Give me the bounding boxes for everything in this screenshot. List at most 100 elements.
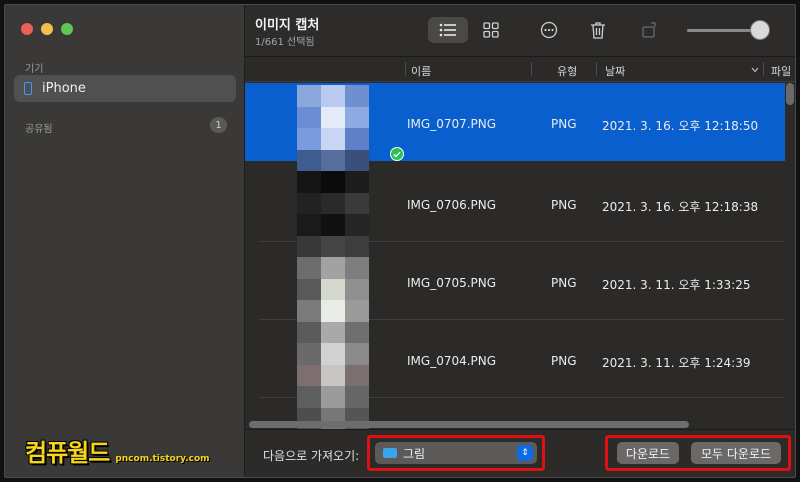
trash-icon	[591, 22, 605, 39]
thumb-pixel	[297, 106, 321, 128]
thumb-pixel	[297, 214, 321, 236]
thumb-pixel	[321, 278, 345, 300]
thumb-pixel	[345, 171, 369, 193]
thumb-pixel	[321, 149, 345, 171]
thumb-pixel	[297, 321, 321, 343]
thumb-pixel	[321, 300, 345, 322]
thumb-pixel	[321, 85, 345, 107]
thumb-pixel	[345, 343, 369, 365]
more-options-button[interactable]	[529, 17, 569, 43]
thumb-pixel	[345, 235, 369, 257]
thumb-pixel	[321, 321, 345, 343]
thumb-pixel	[321, 214, 345, 236]
thumb-pixel	[321, 171, 345, 193]
sidebar-item-iphone[interactable]: iPhone	[14, 75, 236, 102]
selected-check-icon	[390, 147, 404, 161]
thumb-pixel	[321, 106, 345, 128]
thumb-pixel	[345, 106, 369, 128]
ellipsis-circle-icon	[540, 21, 558, 39]
rotate-icon	[642, 22, 656, 38]
thumb-pixel	[321, 257, 345, 279]
sidebar-item-label: iPhone	[42, 81, 86, 96]
column-divider	[763, 62, 764, 76]
file-type: PNG	[551, 276, 577, 290]
thumb-pixel	[321, 235, 345, 257]
file-date: 2021. 3. 11. 오후 1:33:25	[602, 278, 751, 292]
toolbar: 이미지 캡처 1/661 선택됨	[245, 5, 795, 57]
shared-section-label: 공유됨	[25, 124, 53, 135]
delete-button[interactable]	[578, 17, 618, 43]
vertical-scrollbar[interactable]	[786, 83, 794, 105]
highlight-box-download	[605, 435, 791, 471]
main-content: 이미지 캡처 1/661 선택됨 이름 유형 날짜 파일 IMG_0707.PN…	[245, 5, 795, 477]
column-divider	[596, 62, 597, 76]
thumb-pixel	[345, 192, 369, 214]
close-window-button[interactable]	[21, 23, 33, 35]
thumb-pixel	[297, 85, 321, 107]
minimize-window-button[interactable]	[41, 23, 53, 35]
thumb-pixel	[345, 321, 369, 343]
window-controls	[21, 23, 73, 35]
image-capture-window: 기기 iPhone 공유됨 1 컴퓨월드 pncom.tistory.com 이…	[4, 4, 796, 478]
thumb-pixel	[345, 214, 369, 236]
shared-count-badge: 1	[210, 117, 227, 133]
slider-knob[interactable]	[750, 20, 770, 40]
list-view-button[interactable]	[428, 17, 468, 43]
thumb-pixel	[297, 364, 321, 386]
file-name: IMG_0707.PNG	[407, 117, 497, 131]
thumb-pixel	[297, 171, 321, 193]
column-divider	[405, 62, 406, 76]
file-date: 2021. 3. 11. 오후 1:24:39	[602, 356, 751, 370]
watermark: 컴퓨월드 pncom.tistory.com	[25, 433, 210, 468]
thumbnail-strip	[297, 85, 369, 429]
thumb-pixel	[345, 257, 369, 279]
thumb-pixel	[297, 257, 321, 279]
sidebar: 기기 iPhone 공유됨 1 컴퓨월드 pncom.tistory.com	[5, 5, 245, 477]
highlight-box-destination	[367, 435, 545, 471]
file-date: 2021. 3. 16. 오후 12:18:50	[602, 119, 759, 133]
horizontal-scrollbar[interactable]	[245, 419, 795, 429]
column-header-date[interactable]: 날짜	[605, 63, 625, 79]
file-type: PNG	[551, 198, 577, 212]
zoom-window-button[interactable]	[61, 23, 73, 35]
thumb-pixel	[345, 128, 369, 150]
file-type: PNG	[551, 117, 577, 131]
iphone-icon	[24, 82, 32, 95]
thumb-pixel	[297, 300, 321, 322]
thumb-pixel	[345, 300, 369, 322]
chevron-down-icon	[751, 67, 759, 73]
thumb-pixel	[297, 235, 321, 257]
column-header-name[interactable]: 이름	[411, 63, 431, 79]
grid-view-button[interactable]	[471, 17, 511, 43]
horizontal-scroll-thumb[interactable]	[249, 421, 689, 428]
thumb-pixel	[321, 192, 345, 214]
grid-icon	[483, 22, 499, 38]
thumb-pixel	[321, 386, 345, 408]
thumb-pixel	[345, 386, 369, 408]
thumb-pixel	[297, 128, 321, 150]
thumb-pixel	[345, 364, 369, 386]
list-icon	[439, 23, 456, 37]
thumb-pixel	[321, 364, 345, 386]
rotate-button[interactable]	[630, 17, 670, 43]
import-destination-label: 다음으로 가져오기:	[263, 449, 360, 463]
thumb-pixel	[297, 386, 321, 408]
file-name: IMG_0704.PNG	[407, 354, 497, 368]
thumb-pixel	[321, 128, 345, 150]
footer-bar: 다음으로 가져오기: 그림 ⇕ 다운로드 모두 다운로드	[245, 429, 795, 477]
thumb-pixel	[297, 343, 321, 365]
devices-section-label: 기기	[25, 64, 44, 75]
thumb-pixel	[321, 343, 345, 365]
column-header-type[interactable]: 유형	[557, 63, 577, 79]
column-header-size[interactable]: 파일	[771, 63, 791, 79]
column-divider	[531, 62, 532, 76]
file-name: IMG_0706.PNG	[407, 198, 497, 212]
watermark-url: pncom.tistory.com	[115, 454, 210, 464]
file-type: PNG	[551, 354, 577, 368]
column-header: 이름 유형 날짜 파일	[245, 58, 795, 82]
file-date: 2021. 3. 16. 오후 12:18:38	[602, 200, 759, 214]
thumb-pixel	[345, 278, 369, 300]
file-name: IMG_0705.PNG	[407, 276, 497, 290]
thumb-pixel	[345, 85, 369, 107]
thumb-pixel	[297, 192, 321, 214]
